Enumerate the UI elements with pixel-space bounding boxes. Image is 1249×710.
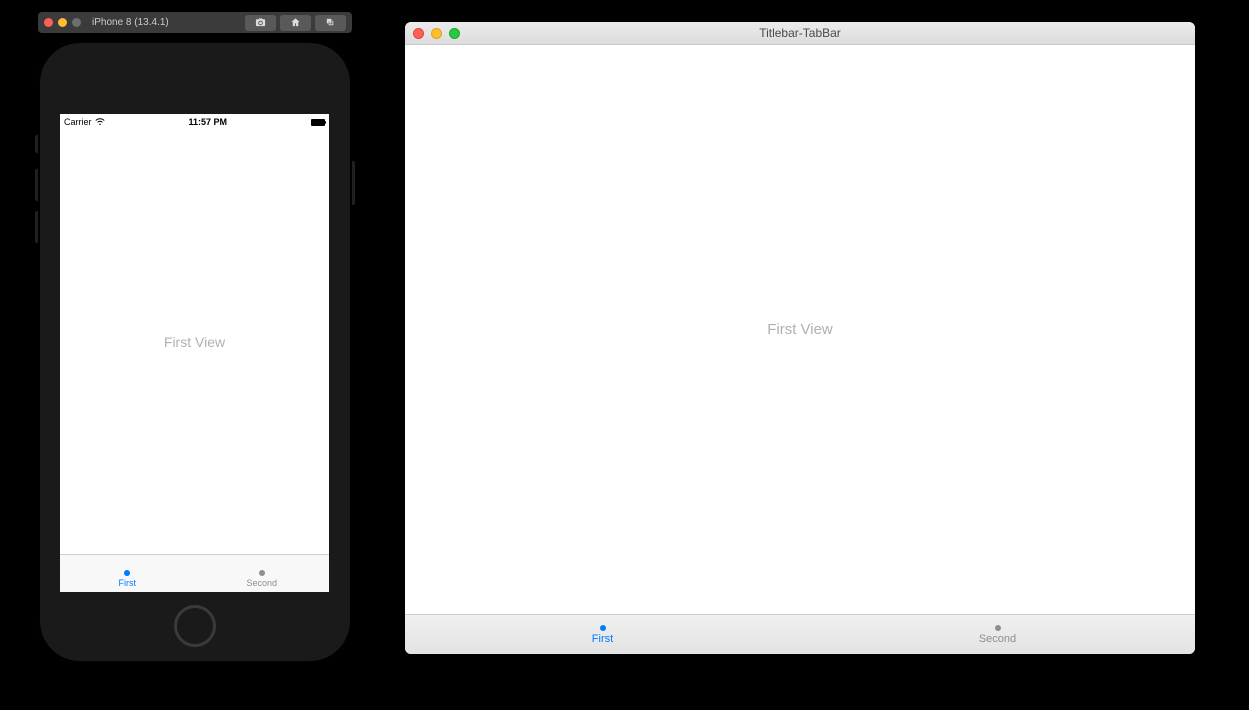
mute-switch bbox=[35, 135, 38, 153]
volume-up-button bbox=[35, 169, 38, 201]
window-title: Titlebar-TabBar bbox=[405, 26, 1195, 40]
tab-second[interactable]: Second bbox=[195, 555, 330, 592]
tab-second[interactable]: Second bbox=[800, 615, 1195, 654]
screenshot-button[interactable] bbox=[245, 15, 276, 31]
simulator-button-group bbox=[245, 15, 346, 31]
tab-label: Second bbox=[979, 633, 1016, 645]
camera-icon bbox=[255, 17, 266, 28]
content-label: First View bbox=[164, 334, 225, 350]
simulator-toolbar: iPhone 8 (13.4.1) bbox=[38, 12, 352, 33]
circle-icon bbox=[259, 570, 265, 576]
clock-label: 11:57 PM bbox=[105, 117, 311, 127]
wifi-icon bbox=[95, 118, 105, 126]
traffic-lights bbox=[413, 28, 460, 39]
simulator-device-label: iPhone 8 (13.4.1) bbox=[92, 17, 240, 28]
carrier-label: Carrier bbox=[64, 117, 92, 127]
zoom-icon[interactable] bbox=[449, 28, 460, 39]
circle-icon bbox=[995, 625, 1001, 631]
minimize-icon[interactable] bbox=[431, 28, 442, 39]
home-button[interactable] bbox=[280, 15, 311, 31]
tab-label: Second bbox=[246, 578, 277, 588]
ios-tabbar: First Second bbox=[60, 554, 329, 592]
mac-tabbar: First Second bbox=[405, 614, 1195, 654]
close-icon[interactable] bbox=[413, 28, 424, 39]
zoom-icon[interactable] bbox=[72, 18, 81, 27]
battery-icon bbox=[311, 119, 325, 126]
mac-window: Titlebar-TabBar First View First Second bbox=[405, 22, 1195, 654]
tab-label: First bbox=[592, 633, 613, 645]
mac-titlebar[interactable]: Titlebar-TabBar bbox=[405, 22, 1195, 45]
device-home-button[interactable] bbox=[174, 605, 216, 647]
mac-content-view: First View bbox=[405, 45, 1195, 614]
iphone-screen: Carrier 11:57 PM First View First Second bbox=[60, 114, 329, 592]
circle-icon bbox=[124, 570, 130, 576]
content-label: First View bbox=[767, 321, 833, 338]
ios-content-view: First View bbox=[60, 130, 329, 554]
close-icon[interactable] bbox=[44, 18, 53, 27]
power-button bbox=[352, 161, 355, 205]
tab-label: First bbox=[119, 578, 137, 588]
iphone-device-frame: Carrier 11:57 PM First View First Second bbox=[38, 41, 352, 663]
home-icon bbox=[290, 17, 301, 28]
tab-first[interactable]: First bbox=[60, 555, 195, 592]
tab-first[interactable]: First bbox=[405, 615, 800, 654]
minimize-icon[interactable] bbox=[58, 18, 67, 27]
rotate-button[interactable] bbox=[315, 15, 346, 31]
status-bar: Carrier 11:57 PM bbox=[60, 114, 329, 130]
stack-icon bbox=[325, 17, 336, 28]
circle-icon bbox=[600, 625, 606, 631]
volume-down-button bbox=[35, 211, 38, 243]
